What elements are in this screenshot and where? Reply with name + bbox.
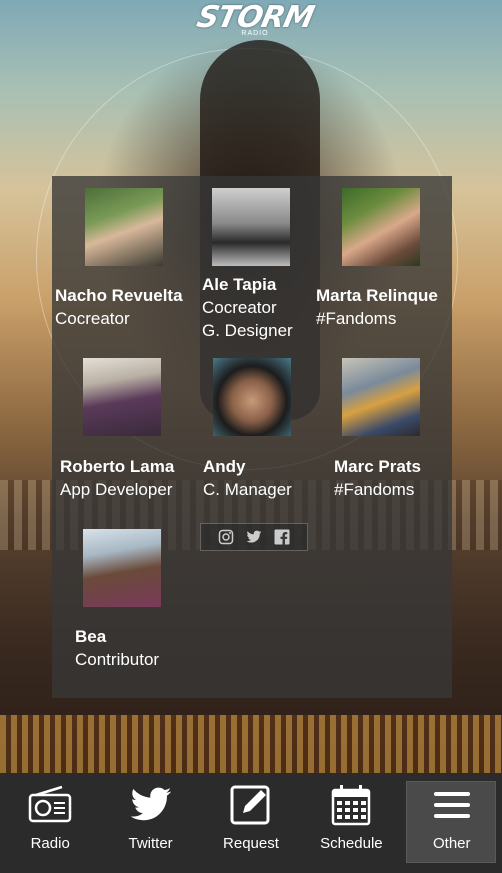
menu-icon xyxy=(430,783,474,827)
tab-label: Other xyxy=(433,835,471,852)
bottom-tab-bar: Radio Twitter Request Schedule Other xyxy=(0,773,502,873)
tab-label: Request xyxy=(223,835,279,852)
logo-wordmark: STORM xyxy=(193,0,317,35)
instagram-icon[interactable] xyxy=(218,529,234,545)
member-role: G. Designer xyxy=(202,321,293,340)
member-role: C. Manager xyxy=(203,480,292,499)
team-panel: Nacho Revuelta Cocreator Ale Tapia Cocre… xyxy=(52,176,452,698)
twitter-icon xyxy=(129,783,173,827)
tab-twitter[interactable]: Twitter xyxy=(100,773,200,873)
calendar-icon xyxy=(329,783,373,827)
member-name: Ale Tapia xyxy=(202,275,277,294)
member-role: Cocreator xyxy=(55,309,130,328)
tab-request[interactable]: Request xyxy=(201,773,301,873)
edit-icon xyxy=(229,783,273,827)
tab-schedule[interactable]: Schedule xyxy=(301,773,401,873)
member-photo xyxy=(342,188,420,266)
member-name: Andy xyxy=(203,457,246,476)
member-name: Nacho Revuelta xyxy=(55,286,183,305)
member-photo xyxy=(342,358,420,436)
member-photo xyxy=(212,188,290,266)
app-logo: STORM RADIO xyxy=(190,0,320,44)
member-photo xyxy=(213,358,291,436)
member-name: Marta Relinque xyxy=(316,286,438,305)
twitter-icon[interactable] xyxy=(246,529,262,545)
tab-label: Schedule xyxy=(320,835,383,852)
member-role: #Fandoms xyxy=(334,480,415,499)
member-name: Marc Prats xyxy=(334,457,421,476)
facebook-icon[interactable] xyxy=(274,529,290,545)
member-role: Contributor xyxy=(75,650,160,669)
member-role: Cocreator xyxy=(202,298,277,317)
member-name: Roberto Lama xyxy=(60,457,175,476)
tab-other[interactable]: Other xyxy=(402,773,502,873)
member-photo xyxy=(85,188,163,266)
background-lights xyxy=(0,715,502,775)
member-role: #Fandoms xyxy=(316,309,397,328)
member-name: Bea xyxy=(75,627,107,646)
radio-icon xyxy=(28,783,72,827)
tab-label: Twitter xyxy=(128,835,173,852)
tab-label: Radio xyxy=(30,835,70,852)
member-photo xyxy=(83,529,161,607)
social-links xyxy=(200,523,308,551)
tab-radio[interactable]: Radio xyxy=(0,773,100,873)
member-role: App Developer xyxy=(60,480,173,499)
member-photo xyxy=(83,358,161,436)
